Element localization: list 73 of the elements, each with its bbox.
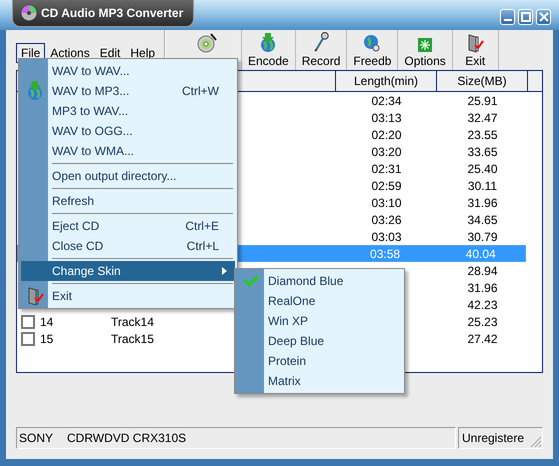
menu-bar-item[interactable]: Edit	[94, 43, 126, 63]
menu-item[interactable]: Win XP	[237, 311, 402, 331]
table-cell: 42.23	[467, 298, 498, 312]
close-button[interactable]	[536, 9, 551, 25]
table-cell: 25.91	[467, 94, 498, 108]
cd-icon	[196, 32, 216, 54]
table-cell: 28.94	[467, 264, 498, 278]
table-cell: 30.11	[468, 178, 498, 192]
minimize-icon	[504, 19, 512, 21]
table-cell: 25.40	[467, 162, 498, 176]
checkbox[interactable]	[21, 332, 35, 346]
menu-item[interactable]: Deep Blue	[237, 331, 402, 351]
table-cell: 34.65	[467, 212, 498, 226]
menu-item[interactable]: Exit	[21, 286, 235, 306]
cd-icon	[21, 5, 37, 21]
table-cell: 14	[40, 314, 54, 328]
column-header[interactable]: Size(MB)	[437, 71, 528, 91]
resize-grip-icon[interactable]	[530, 436, 542, 448]
table-cell: 02:31	[371, 162, 402, 176]
menu-item[interactable]: Change Skin	[21, 261, 235, 281]
table-cell: 31.96	[467, 280, 498, 294]
table-cell: 02:20	[371, 128, 402, 142]
menu-item[interactable]: WAV to WMA...	[21, 141, 235, 161]
table-cell: 32.47	[467, 110, 498, 124]
maximize-icon	[520, 12, 530, 22]
table-cell: 25.23	[467, 314, 498, 328]
menu-item[interactable]: Open output directory...	[21, 166, 235, 186]
menu-item[interactable]: WAV to MP3... Ctrl+W	[21, 81, 235, 101]
menu-item[interactable]: RealOne	[237, 291, 402, 311]
checkbox[interactable]	[21, 314, 35, 328]
minimize-button[interactable]	[500, 9, 515, 25]
table-cell: 30.79	[467, 230, 498, 244]
table-cell: 03:26	[371, 212, 402, 226]
close-icon	[538, 12, 548, 22]
microphone-icon	[313, 32, 330, 53]
menu-item[interactable]: Matrix	[237, 371, 402, 391]
table-cell: 23.55	[467, 128, 498, 142]
options-icon	[417, 37, 434, 53]
table-cell: 40.04	[466, 246, 496, 260]
globe-magnifier-icon	[363, 33, 382, 53]
door-icon	[466, 33, 484, 53]
status-text: CDRWDVD CRX310S	[67, 431, 186, 445]
globe-arrow-icon	[26, 81, 44, 101]
table-cell: 33.65	[467, 144, 498, 158]
menu-item[interactable]: WAV to WAV...	[21, 61, 235, 81]
submenu-arrow-icon	[222, 267, 227, 275]
table-cell: 15	[40, 332, 54, 346]
maximize-button[interactable]	[518, 9, 533, 25]
table-cell: Track15	[111, 332, 154, 346]
status-text: SONY	[19, 431, 54, 445]
menu-item[interactable]: WAV to OGG...	[21, 121, 235, 141]
table-cell: 03:58	[370, 246, 400, 260]
globe-arrow-icon	[259, 33, 278, 53]
menu-item[interactable]: Protein	[237, 351, 402, 371]
menu-item[interactable]: Eject CD Ctrl+E	[21, 216, 235, 236]
table-cell: 03:13	[371, 110, 402, 124]
column-header[interactable]: Length(min)	[336, 71, 437, 91]
menu-bar-item[interactable]: Actions	[45, 43, 95, 63]
menu-item[interactable]: MP3 to WAV...	[21, 101, 235, 121]
table-cell: 03:20	[371, 144, 402, 158]
window-title: CD Audio MP3 Converter	[41, 6, 184, 20]
door-icon	[26, 286, 44, 306]
table-cell: 02:34	[371, 94, 402, 108]
menu-item[interactable]: Refresh	[21, 191, 235, 211]
menu-bar-item[interactable]: Help	[125, 43, 160, 63]
table-cell: Track14	[111, 314, 154, 328]
status-text: Unregistere	[462, 431, 524, 445]
table-cell: 27.42	[467, 332, 498, 346]
table-cell: 02:59	[371, 178, 402, 192]
menu-item[interactable]: Diamond Blue	[237, 271, 402, 291]
table-cell: 03:10	[371, 196, 402, 210]
table-cell: 03:03	[371, 230, 402, 244]
table-cell: 31.96	[467, 196, 498, 210]
